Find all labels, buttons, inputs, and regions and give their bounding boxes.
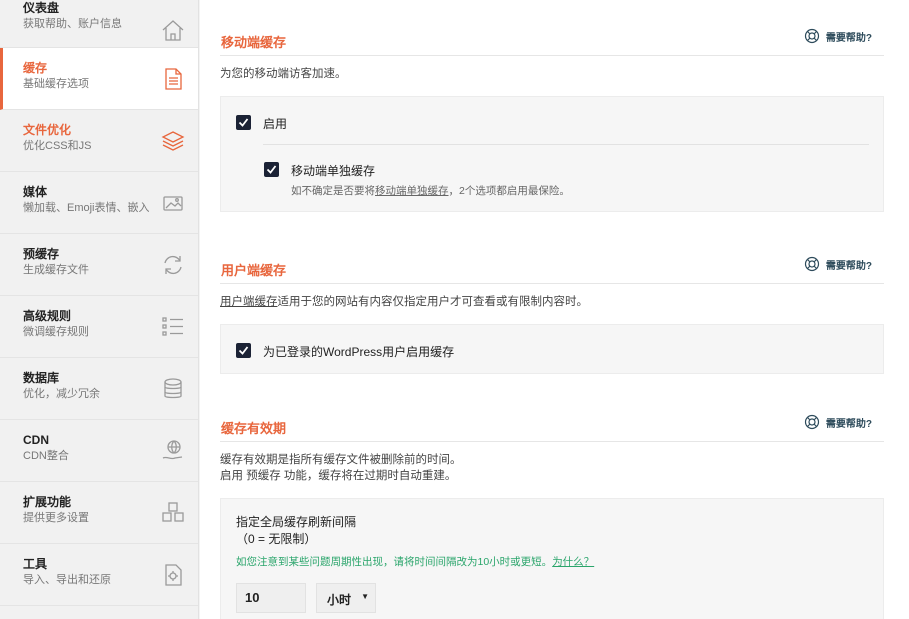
interval-field-label: 指定全局缓存刷新间隔 [236,515,357,529]
section-header: 移动端缓存 需要帮助? [220,28,884,56]
sidebar-item-title: 仪表盘 [23,1,60,15]
description-text: 适用于您的网站有内容仅指定用户才可查看或有限制内容时。 [277,296,589,308]
sidebar-item-database[interactable]: 数据库 优化，减少冗余 [0,358,198,420]
check-icon [238,118,249,127]
sidebar-item-file-optimization[interactable]: 文件优化 优化CSS和JS [0,110,198,172]
mobile-cache-section: 移动端缓存 需要帮助? 为您的移动端访客加速。 启用 移动端单独缓存 如不确定是… [220,28,884,212]
hint-text: ，2个选项都启用最保险。 [448,185,570,197]
sidebar-item-tools[interactable]: 工具 导入、导出和还原 [0,544,198,606]
section-header: 缓存有效期 需要帮助? [220,414,884,442]
lifebuoy-icon [804,414,819,430]
help-label: 需要帮助? [825,260,872,272]
user-cache-section: 用户端缓存 需要帮助? 用户端缓存适用于您的网站有内容仅指定用户才可查看或有限制… [220,256,884,374]
separate-cache-hint: 如不确定是否要将移动端单独缓存，2个选项都启用最保险。 [291,183,570,198]
list-icon [162,316,183,336]
sidebar: 仪表盘 获取帮助、账户信息 缓存 基础缓存选项 文件优化 优化CSS和JS 媒体… [0,0,199,619]
sidebar-item-advanced-rules[interactable]: 高级规则 微调缓存规则 [0,296,198,358]
section-title: 移动端缓存 [221,35,287,50]
document-icon [165,67,182,90]
sidebar-item-addons[interactable]: 扩展功能 提供更多设置 [0,482,198,544]
warning-text: 如您注意到某些问题周期性出现，请将时间间隔改为10小时或更短。 [236,556,553,568]
lifebuoy-icon [804,28,819,44]
cubes-icon [162,501,184,522]
cache-lifespan-section: 缓存有效期 需要帮助? 缓存有效期是指所有缓存文件被删除前的时间。 启用 预缓存… [220,414,884,619]
sidebar-item-preload[interactable]: 预缓存 生成缓存文件 [0,234,198,296]
separate-mobile-cache-label: 移动端单独缓存 [291,164,376,178]
section-description: 用户端缓存适用于您的网站有内容仅指定用户才可查看或有限制内容时。 [220,294,884,310]
house-icon [162,20,184,41]
help-label: 需要帮助? [825,32,872,44]
select-value: 小时 [327,593,352,607]
interval-value-input[interactable]: 10 [236,583,306,613]
check-icon [238,346,249,355]
help-link[interactable]: 需要帮助? [804,256,872,272]
lifebuoy-icon [804,256,819,272]
help-link[interactable]: 需要帮助? [804,414,872,430]
caret-down-icon: ▼ [361,592,369,601]
sidebar-item-cdn[interactable]: CDN CDN整合 [0,420,198,482]
help-label: 需要帮助? [825,418,872,430]
interval-field-sublabel: （0 = 无限制） [236,532,317,546]
section-title: 用户端缓存 [221,263,287,278]
hint-text: 如不确定是否要将 [291,185,375,197]
help-link[interactable]: 需要帮助? [804,28,872,44]
enable-mobile-cache-checkbox[interactable] [236,115,251,130]
section-header: 用户端缓存 需要帮助? [220,256,884,284]
check-icon [266,165,277,174]
image-icon [163,195,183,211]
divider [263,144,869,145]
sidebar-item-media[interactable]: 媒体 懒加载、Emoji表情、嵌入 [0,172,198,234]
mobile-options-panel: 启用 移动端单独缓存 如不确定是否要将移动端单独缓存，2个选项都启用最保险。 [220,96,884,212]
user-options-panel: 为已登录的WordPress用户启用缓存 [220,324,884,374]
database-icon [164,377,182,398]
separate-mobile-cache-checkbox[interactable] [264,162,279,177]
section-description: 为您的移动端访客加速。 [220,68,347,80]
sidebar-item-dashboard[interactable]: 仪表盘 获取帮助、账户信息 [0,0,198,48]
sidebar-item-cache[interactable]: 缓存 基础缓存选项 [0,48,198,110]
logged-in-cache-label: 为已登录的WordPress用户启用缓存 [263,345,455,359]
interval-unit-select[interactable]: 小时 ▼ [316,583,376,613]
user-cache-link: 用户端缓存 [220,296,278,308]
hint-link: 移动端单独缓存 [375,185,449,197]
main-content: 移动端缓存 需要帮助? 为您的移动端访客加速。 启用 移动端单独缓存 如不确定是… [200,0,909,619]
tools-icon [165,563,182,586]
refresh-icon [164,255,182,274]
logged-in-cache-checkbox[interactable] [236,343,251,358]
app-root: 仪表盘 获取帮助、账户信息 缓存 基础缓存选项 文件优化 优化CSS和JS 媒体… [0,0,909,619]
interval-warning: 如您注意到某些问题周期性出现，请将时间间隔改为10小时或更短。为什么？ [236,554,594,569]
lifespan-options-panel: 指定全局缓存刷新间隔 （0 = 无限制） 如您注意到某些问题周期性出现，请将时间… [220,498,884,619]
why-link[interactable]: 为什么？ [552,556,594,568]
globe-hand-icon [162,439,183,459]
section-description: 缓存有效期是指所有缓存文件被删除前的时间。 [220,454,462,466]
section-description: 启用 预缓存 功能，缓存将在过期时自动重建。 [220,470,457,482]
section-title: 缓存有效期 [221,421,287,436]
enable-mobile-cache-label: 启用 [263,117,288,131]
layers-icon [161,130,185,151]
